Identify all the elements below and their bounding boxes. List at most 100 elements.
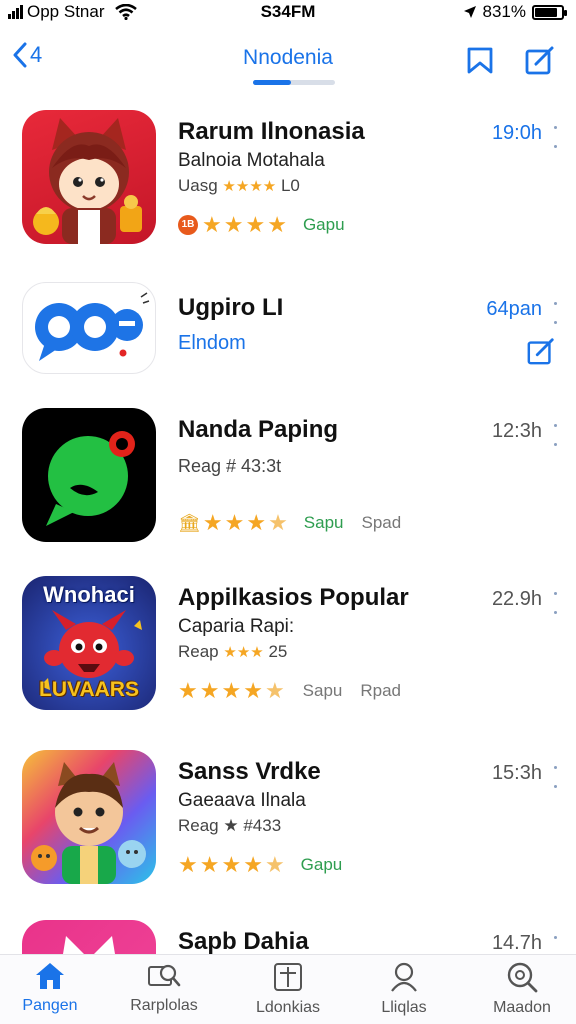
- app-rating-line: Reag # 43:3t: [178, 456, 282, 476]
- tab-label: Pangen: [22, 997, 78, 1014]
- star-icon: ★: [202, 212, 222, 237]
- star-icon: ★: [178, 678, 198, 703]
- person-icon: [391, 962, 417, 992]
- edit-icon[interactable]: [526, 336, 556, 366]
- tab-label: Maadon: [493, 999, 551, 1016]
- rating-suffix: 25: [268, 642, 288, 661]
- icon-title-bottom: LUVAARS: [39, 678, 139, 701]
- rating-suffix: L0: [280, 176, 300, 195]
- app-store-screen: Opp Stnar S34FM 831% 4 Nnodenia Rarum Il…: [0, 0, 576, 1024]
- app-subtitle: Elndom: [178, 332, 246, 354]
- star-icon: ★: [223, 212, 244, 237]
- app-name: Rarum Ilnonasia: [178, 118, 365, 145]
- app-time: 64pan: [486, 298, 542, 320]
- app-name: Appilkasios Popular: [178, 584, 409, 611]
- star-icon: ★: [224, 510, 245, 535]
- status-right: 831%: [463, 2, 567, 22]
- star-rating: 1B ★ ★ ★ ★ Gapu: [178, 214, 345, 236]
- tag-label: Sapu: [303, 513, 344, 532]
- title-progress-segment: [253, 80, 291, 85]
- app-subtitle: Balnoia Motahala: [178, 150, 325, 171]
- app-rating-line: Reap ★★★ 25: [178, 642, 287, 662]
- more-options-icon[interactable]: [552, 766, 558, 788]
- monster-game-icon[interactable]: Wnohaci LUVAARS: [22, 576, 156, 710]
- star-half-icon: ★: [264, 852, 285, 877]
- star-icon: ★: [221, 852, 242, 877]
- app-name: Sanss Vrdke: [178, 758, 321, 785]
- rating-text: Uasg: [178, 176, 218, 195]
- app-time: 22.9h: [491, 588, 542, 610]
- search-apps-icon: [148, 964, 181, 987]
- app-subtitle: Caparia Rapi:: [178, 616, 295, 637]
- list-item[interactable]: Nanda Paping Reag # 43:3t 🏛 ★ ★ ★ ★ Sapu…: [0, 402, 576, 542]
- magnify-icon: [507, 962, 538, 993]
- chat-bubble-icon[interactable]: [22, 282, 156, 374]
- award-icon: 🏛: [178, 512, 201, 533]
- app-time: 12:3h: [491, 420, 542, 442]
- star-icon: ★: [199, 852, 220, 877]
- star-icon: ★: [245, 212, 266, 237]
- star-half-icon: ★: [264, 678, 285, 703]
- rating-small-stars: ★★★★: [222, 178, 277, 195]
- app-subtitle: Gaeaava Ilnala: [178, 790, 306, 811]
- tab-lliqlas[interactable]: Lliqlas: [354, 961, 454, 1017]
- app-name: Sapb Dahia: [178, 928, 309, 955]
- list-item[interactable]: Wnohaci LUVAARS Appilkasios Popular Capa…: [0, 570, 576, 710]
- tab-label: Ldonkias: [255, 999, 321, 1016]
- star-icon: ★: [243, 852, 263, 877]
- app-name: Ugpiro LI: [178, 294, 284, 321]
- list-item[interactable]: Ugpiro LI Elndom 64pan: [0, 280, 576, 420]
- location-arrow-icon: [463, 6, 476, 18]
- battery-percent: 831%: [482, 2, 526, 21]
- boy-character-icon[interactable]: [22, 750, 156, 884]
- app-name: Nanda Paping: [178, 416, 339, 443]
- list-item[interactable]: Rarum Ilnonasia Balnoia Motahala Uasg ★★…: [0, 104, 576, 244]
- app-rating-line: Uasg ★★★★ L0: [178, 176, 300, 196]
- fox-character-icon[interactable]: [22, 110, 156, 244]
- tag-label: Gapu: [300, 855, 343, 874]
- list-item[interactable]: Sanss Vrdke Gaeaava Ilnala Reag ★ #433 ★…: [0, 744, 576, 884]
- tab-label: Rarplolas: [130, 997, 198, 1014]
- green-chat-icon[interactable]: [22, 408, 156, 542]
- title-progress-indicator: [253, 80, 335, 85]
- app-rating-line: Reag ★ #433: [178, 816, 282, 835]
- star-icon: ★: [199, 678, 220, 703]
- tab-maadon[interactable]: Maadon: [472, 961, 572, 1017]
- tab-pangen[interactable]: Pangen: [0, 961, 100, 1015]
- star-rating: ★ ★ ★ ★ ★ Gapu: [178, 854, 342, 876]
- tag-label: Sapu: [302, 681, 343, 700]
- battery-icon: [532, 4, 567, 20]
- star-icon: ★: [246, 510, 267, 535]
- star-icon: ★: [243, 678, 263, 703]
- star-icon: ★: [178, 852, 198, 877]
- tab-rarplolas[interactable]: Rarplolas: [114, 961, 214, 1015]
- star-icon: ★: [221, 678, 242, 703]
- status-bar: Opp Stnar S34FM 831%: [0, 0, 576, 26]
- tab-bar: Pangen Rarplolas Ldonkias Lliqlas Maadon: [0, 954, 576, 1024]
- star-icon: ★: [267, 212, 287, 237]
- home-icon: [36, 963, 64, 989]
- more-options-icon[interactable]: [552, 592, 558, 614]
- more-options-icon[interactable]: [552, 424, 558, 446]
- tag-label: Gapu: [302, 215, 345, 234]
- star-rating: 🏛 ★ ★ ★ ★ Sapu Spad: [178, 512, 401, 534]
- more-options-icon[interactable]: [552, 302, 558, 324]
- icon-title-top: Wnohaci: [43, 582, 135, 607]
- star-rating: ★ ★ ★ ★ ★ Sapu Rpad: [178, 680, 401, 702]
- rating-small-stars: ★★★: [223, 644, 264, 661]
- award-badge-icon: 1B: [178, 215, 198, 235]
- navigation-bar: 4 Nnodenia: [0, 30, 576, 94]
- compose-icon[interactable]: [524, 44, 556, 76]
- tab-ldonkias[interactable]: Ldonkias: [238, 961, 338, 1017]
- tag-label-secondary: Rpad: [360, 681, 402, 700]
- more-options-icon[interactable]: [552, 126, 558, 148]
- app-time: 15:3h: [491, 762, 542, 784]
- star-half-icon: ★: [268, 510, 288, 535]
- app-time: 19:0h: [491, 122, 542, 144]
- tag-label-secondary: Spad: [361, 513, 402, 532]
- star-icon: ★: [202, 510, 223, 535]
- bookmark-icon[interactable]: [464, 44, 496, 76]
- add-box-icon: [274, 963, 302, 991]
- tab-label: Lliqlas: [381, 999, 427, 1016]
- app-time: 14.7h: [491, 932, 542, 954]
